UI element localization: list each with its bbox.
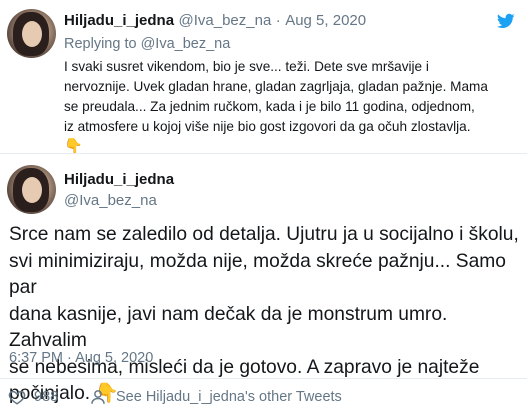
avatar[interactable]: [7, 9, 56, 58]
divider: [0, 153, 527, 154]
main-tweet-text: Srce nam se zaledilo od detalja. Ujutru …: [9, 222, 521, 408]
reply-tweet-text: I svaki susret vikendom, bio je sve... t…: [64, 57, 519, 157]
tweet-line: Srce nam se zaledilo od detalja. Ujutru …: [9, 224, 519, 245]
person-icon: [91, 390, 105, 404]
tweet-date[interactable]: Aug 5, 2020: [285, 12, 366, 29]
avatar[interactable]: [7, 165, 56, 214]
like-count: 988: [34, 389, 59, 405]
replying-to: Replying to @Iva_bez_na: [64, 36, 230, 52]
handle[interactable]: @Iva_bez_na: [179, 12, 272, 29]
replying-to-handle[interactable]: @Iva_bez_na: [141, 36, 231, 52]
reply-tweet-header: Hiljadu_i_jedna @Iva_bez_na · Aug 5, 202…: [64, 12, 366, 30]
separator: ·: [275, 12, 281, 29]
reply-line: nervoznije. Uvek gladan hrane, gladan za…: [64, 79, 488, 94]
other-tweets-link[interactable]: See Hiljadu_i_jedna's other Tweets: [116, 389, 342, 405]
reply-line: I svaki susret vikendom, bio je sve... t…: [64, 59, 429, 74]
display-name[interactable]: Hiljadu_i_jedna: [64, 12, 174, 29]
handle[interactable]: @Iva_bez_na: [64, 192, 157, 209]
heart-icon[interactable]: [8, 388, 26, 406]
twitter-bird-icon[interactable]: [495, 12, 517, 30]
tweet-line: dana kasnije, javi nam dečak da je monst…: [9, 303, 448, 352]
divider: [0, 378, 527, 379]
tweet-timestamp[interactable]: 6:37 PM · Aug 5, 2020: [9, 350, 153, 366]
display-name[interactable]: Hiljadu_i_jedna: [64, 171, 174, 188]
reply-line: iz atmosfere u kojoj više nije bio gost …: [64, 119, 471, 134]
pointing-down-emoji-icon: 👇: [64, 138, 83, 155]
reply-line: se preudala... Za jednim ručkom, kada i …: [64, 99, 475, 114]
tweet-line: svi minimiziraju, možda nije, možda skre…: [9, 250, 506, 299]
replying-to-prefix: Replying to: [64, 36, 137, 52]
